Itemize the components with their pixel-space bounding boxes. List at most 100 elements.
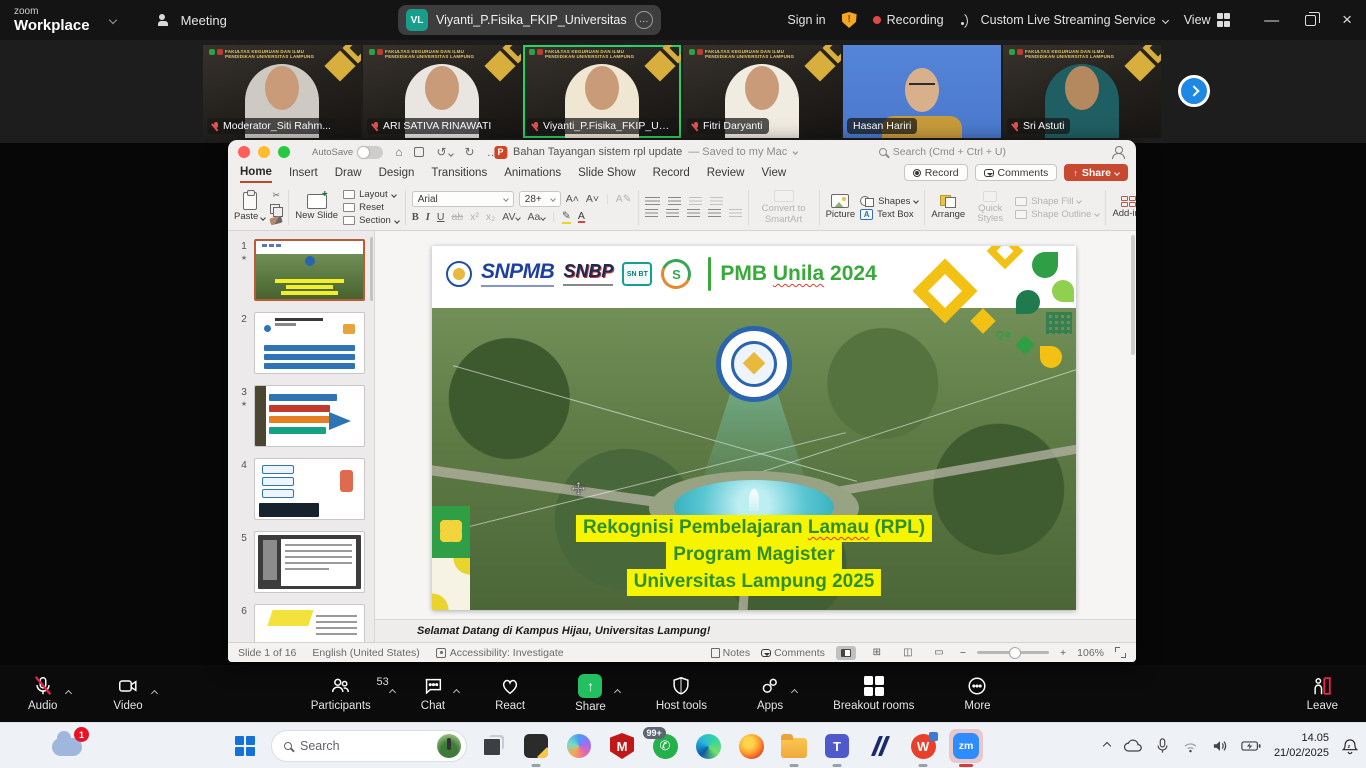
slide-thumbnail-5[interactable] — [254, 531, 365, 593]
participant-tile[interactable]: FAKULTAS KEGURUAN DAN ILMU PENDIDIKAN UN… — [1003, 45, 1161, 138]
start-button[interactable] — [228, 729, 262, 763]
more-options-icon[interactable]: … — [635, 11, 653, 29]
redo-icon[interactable]: ↻ — [465, 145, 475, 159]
host-tools-button[interactable]: Host tools — [646, 674, 717, 713]
edge-button[interactable] — [691, 729, 725, 763]
thumbnail-scrollbar[interactable] — [370, 237, 373, 301]
notification-bell-icon[interactable]: z — [1342, 738, 1358, 755]
video-button[interactable]: Video — [103, 675, 152, 712]
file-explorer-button[interactable] — [777, 729, 811, 763]
numbering-button[interactable] — [668, 197, 681, 206]
new-slide-button[interactable]: New Slide — [295, 194, 338, 221]
teams-button[interactable]: T — [820, 729, 854, 763]
taskbar-clock[interactable]: 14.05 21/02/2025 — [1274, 731, 1329, 761]
slide-thumbnail-6[interactable] — [254, 604, 365, 642]
paste-button[interactable]: Paste — [234, 192, 265, 222]
font-size-select[interactable]: 28+ — [519, 191, 561, 207]
notes-app-button[interactable] — [519, 729, 553, 763]
subscript-button[interactable]: x₂ — [486, 211, 495, 223]
next-participants-page-button[interactable] — [1178, 75, 1210, 107]
ppt-share-button[interactable]: ↑Share — [1064, 164, 1128, 181]
tab-view[interactable]: View — [761, 167, 786, 182]
participant-tile[interactable]: FAKULTAS KEGURUAN DAN ILMU PENDIDIKAN UN… — [683, 45, 841, 138]
speaker-icon[interactable] — [1212, 739, 1228, 753]
ppt-search-field[interactable]: Search (Cmd + Ctrl + U) — [879, 146, 1006, 158]
align-center-button[interactable] — [666, 209, 679, 218]
tab-draw[interactable]: Draw — [335, 167, 362, 182]
close-button[interactable]: × — [1342, 10, 1352, 30]
slide-thumbnail-3[interactable] — [254, 385, 365, 447]
chevron-down-icon[interactable] — [108, 16, 116, 24]
slide-sorter-view-button[interactable]: ⊞ — [867, 646, 887, 660]
underline-button[interactable]: U — [437, 211, 445, 223]
indent-increase-button[interactable] — [710, 197, 723, 206]
normal-view-button[interactable] — [836, 646, 856, 660]
more-button[interactable]: More — [954, 674, 1000, 713]
align-right-button[interactable] — [687, 209, 700, 218]
zoom-app-button[interactable]: zm — [949, 729, 983, 763]
task-view-button[interactable] — [476, 729, 510, 763]
zoom-percentage[interactable]: 106% — [1077, 647, 1104, 659]
chevron-down-icon[interactable] — [792, 149, 798, 155]
add-ins-button[interactable]: Add-ins — [1112, 196, 1136, 220]
reading-view-button[interactable]: ◫ — [898, 646, 918, 660]
align-left-button[interactable] — [645, 209, 658, 218]
slide-title-block[interactable]: Rekognisi Pembelajaran Lamau (RPL) Progr… — [576, 515, 932, 596]
tab-home[interactable]: Home — [240, 166, 272, 183]
recording-indicator[interactable]: Recording — [873, 13, 944, 27]
apps-button[interactable]: Apps — [747, 674, 793, 713]
notes-pane[interactable]: Selamat Datang di Kampus Hijau, Universi… — [375, 619, 1136, 642]
copy-icon[interactable] — [270, 204, 282, 214]
mac-minimize-button[interactable] — [258, 146, 270, 158]
participant-tile-active-speaker[interactable]: FAKULTAS KEGURUAN DAN ILMU PENDIDIKAN UN… — [523, 45, 681, 138]
font-color-button[interactable]: A — [578, 211, 585, 224]
shape-outline-button[interactable]: Shape Outline — [1015, 209, 1099, 220]
bold-button[interactable]: B — [412, 212, 419, 223]
onedrive-status-icon[interactable] — [1123, 739, 1143, 753]
firefox-button[interactable] — [734, 729, 768, 763]
live-streaming-menu[interactable]: Custom Live Streaming Service — [960, 13, 1168, 27]
picture-button[interactable]: Picture — [826, 194, 856, 220]
security-warning-icon[interactable]: ! — [842, 12, 857, 28]
shapes-button[interactable]: Shapes — [860, 196, 918, 207]
arrange-button[interactable]: Arrange — [931, 195, 965, 220]
breakout-rooms-button[interactable]: Breakout rooms — [823, 674, 924, 713]
justify-button[interactable] — [708, 209, 721, 218]
participants-button[interactable]: 53 Participants — [301, 674, 381, 713]
shape-fill-button[interactable]: Shape Fill — [1015, 196, 1099, 207]
canvas-scrollbar[interactable] — [1131, 235, 1135, 355]
wifi-icon[interactable] — [1182, 740, 1199, 753]
tab-record[interactable]: Record — [653, 167, 690, 182]
strikethrough-button[interactable]: ab — [451, 211, 463, 223]
accessibility-status[interactable]: Accessibility: Investigate — [436, 647, 564, 659]
react-button[interactable]: React — [485, 674, 535, 713]
zoom-in-button[interactable]: + — [1060, 647, 1066, 659]
change-case-button[interactable]: Aa — [527, 211, 545, 223]
battery-icon[interactable] — [1241, 740, 1261, 752]
tray-expand-button[interactable] — [1104, 743, 1110, 749]
onedrive-tray-icon[interactable]: 1 — [52, 730, 82, 756]
comments-toggle-button[interactable]: Comments — [761, 647, 825, 659]
wps-office-button[interactable]: W — [906, 729, 940, 763]
italic-button[interactable]: I — [426, 212, 430, 223]
clear-format-button[interactable]: A✎ — [616, 193, 632, 205]
copilot-button[interactable] — [562, 729, 596, 763]
language-indicator[interactable]: English (United States) — [312, 647, 419, 659]
home-icon[interactable]: ⌂ — [395, 145, 402, 159]
shrink-font-button[interactable]: A˅ — [586, 193, 599, 205]
account-icon[interactable] — [1111, 146, 1124, 159]
ppt-comments-button[interactable]: Comments — [975, 164, 1058, 181]
tab-insert[interactable]: Insert — [289, 167, 318, 182]
slashes-app-button[interactable] — [863, 729, 897, 763]
slide-thumbnail-2[interactable] — [254, 312, 365, 374]
autosave-toggle[interactable] — [357, 146, 383, 159]
zoom-out-button[interactable]: − — [960, 647, 966, 659]
tab-animations[interactable]: Animations — [504, 167, 561, 182]
tab-transitions[interactable]: Transitions — [431, 167, 487, 182]
slide-thumbnail-1[interactable] — [254, 239, 365, 301]
participant-tile[interactable]: Hasan Hariri — [843, 45, 1001, 138]
tab-review[interactable]: Review — [707, 167, 745, 182]
mac-close-button[interactable] — [238, 146, 250, 158]
share-screen-button[interactable]: ↑ Share — [565, 674, 616, 713]
grow-font-button[interactable]: A˄ — [566, 193, 579, 205]
